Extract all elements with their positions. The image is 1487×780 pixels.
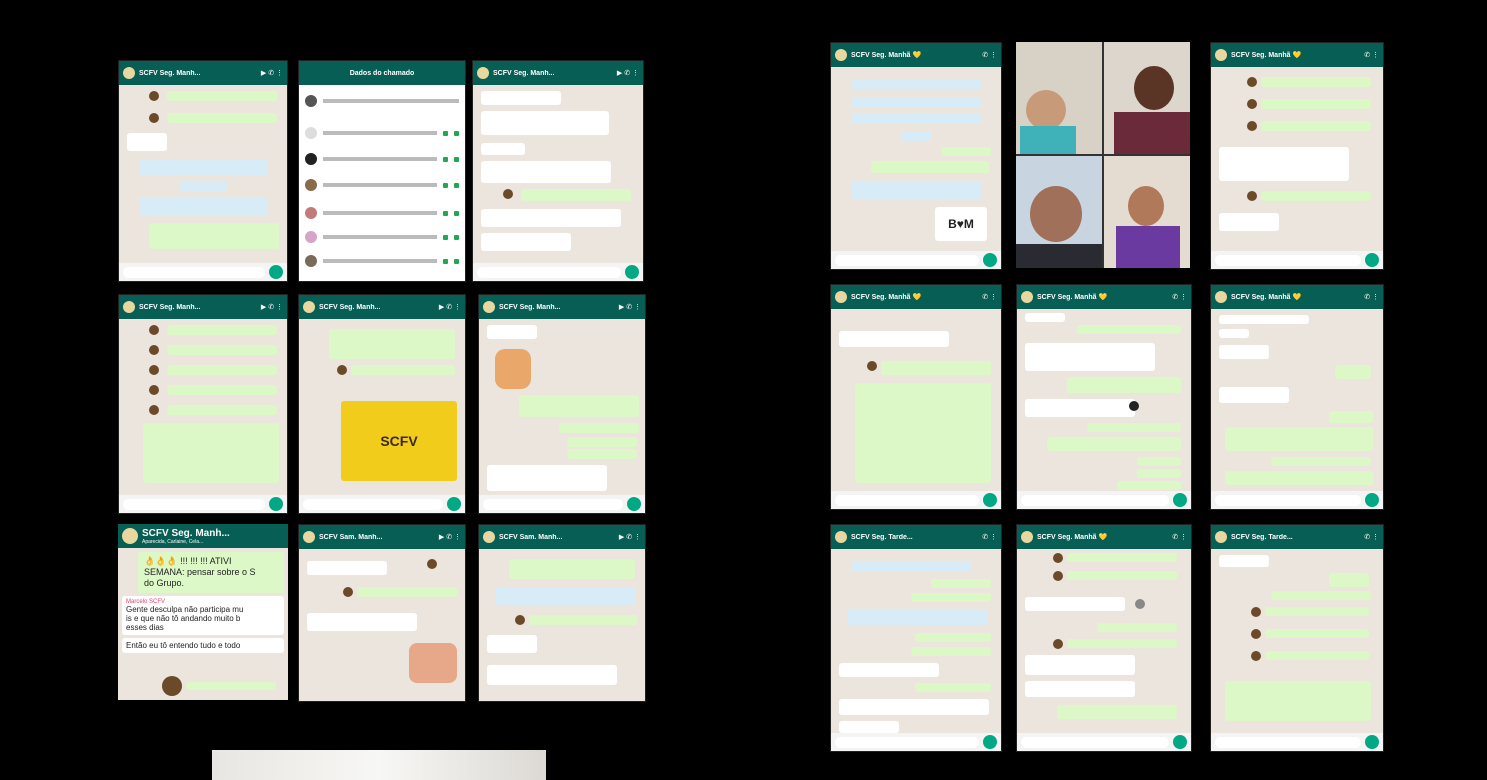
chat-screenshot-1: SCFV Seg. Manh... ▶ ✆ ⋮ [118,60,288,282]
zoomed-chat-screenshot: SCFV Seg. Manh... Aparecida, Carlaine, C… [118,524,288,700]
kids-sticker [409,643,457,683]
chat-screenshot-r3: SCFV Seg. Manhã 💛 ✆ ⋮ [1210,42,1384,270]
call-icons: ▶ ✆ ⋮ [260,70,283,77]
message-composer [119,263,287,281]
video-tile-4 [1104,156,1190,268]
chat-screenshot-7: SCFV Sam. Manh... ▶ ✆ ⋮ [298,524,466,702]
chat-screenshot-5: SCFV Seg. Manh... ▶ ✆ ⋮ SCFV [298,294,466,514]
chat-screenshot-3: SCFV Seg. Manh... ▶ ✆ ⋮ [472,60,644,282]
chat-screenshot-r8: SCFV Seg. Manhã 💛 ✆ ⋮ [1016,524,1192,752]
message-bubble: Então eu tô entendo tudo e todo [122,638,284,653]
chat-title: SCFV Seg. Manh... [139,69,201,77]
message-bubble: Marcelo SCFV Gente desculpa não particip… [122,596,284,635]
chat-screenshot-8: SCFV Sam. Manh... ▶ ✆ ⋮ [478,524,646,702]
video-call-grid [1016,42,1190,268]
voice-message [186,682,276,690]
video-tile-3 [1016,156,1102,268]
contacts-header: Dados do chamado [299,61,465,85]
call-contacts-screenshot: Dados do chamado [298,60,466,282]
chat-screenshot-r4: SCFV Seg. Manhã 💛 ✆ ⋮ [830,284,1002,510]
thumbs-up-sticker [495,349,531,389]
chat-screenshot-6: SCFV Seg. Manh... ▶ ✆ ⋮ [478,294,646,514]
right-collage-panel: SCFV Seg. Manhã 💛 ✆ ⋮ B♥M SCFV Seg. Manh… [800,10,1480,770]
chat-header: SCFV Seg. Manh... Aparecida, Carlaine, C… [118,524,288,548]
voice-avatar [162,676,182,696]
chat-header: SCFV Seg. Manh... ▶ ✆ ⋮ [119,61,287,85]
chat-screenshot-r5: SCFV Seg. Manhã 💛 ✆ ⋮ [1016,284,1192,510]
chat-screenshot-4: SCFV Seg. Manh... ▶ ✆ ⋮ [118,294,288,514]
bottom-photo-strip [212,750,546,780]
mic-icon [269,265,283,279]
chat-screenshot-r1: SCFV Seg. Manhã 💛 ✆ ⋮ B♥M [830,42,1002,270]
scfv-poster: SCFV [341,401,457,481]
chat-screenshot-r9: SCFV Seg. Tarde... ✆ ⋮ [1210,524,1384,752]
chat-header: SCFV Seg. Manh... ▶ ✆ ⋮ [473,61,643,85]
video-tile-2 [1104,42,1190,154]
chat-screenshot-r7: SCFV Seg. Tarde... ✆ ⋮ [830,524,1002,752]
avatar [122,528,138,544]
chat-screenshot-r6: SCFV Seg. Manhã 💛 ✆ ⋮ [1210,284,1384,510]
bom-sticker: B♥M [935,207,987,241]
avatar [123,67,135,79]
video-tile-1 [1016,42,1102,154]
